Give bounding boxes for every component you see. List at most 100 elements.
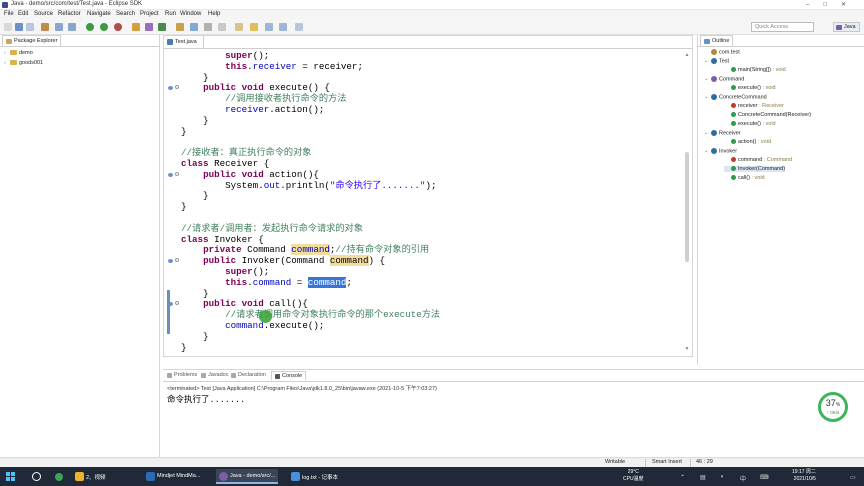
fold-toggle-icon[interactable]: [175, 171, 179, 176]
volume-icon[interactable]: ◖: [720, 474, 724, 480]
code-line[interactable]: }: [181, 201, 187, 212]
code-line[interactable]: public void call(){: [181, 298, 308, 309]
code-line[interactable]: }: [181, 115, 209, 126]
editor-scrollbar[interactable]: ▲ ▼: [684, 52, 690, 352]
save-all-icon[interactable]: [26, 23, 34, 31]
debug-icon[interactable]: [86, 23, 94, 31]
next-annotation-icon[interactable]: [250, 23, 258, 31]
outline-item[interactable]: execute() : void: [724, 85, 776, 91]
task-mindjet[interactable]: Mindjet MindMa...: [143, 469, 203, 484]
code-line[interactable]: //请求者调用命令对象执行命令的那个execute方法: [181, 309, 440, 320]
outline-item[interactable]: ⌄ Test: [704, 58, 729, 64]
code-line[interactable]: //请求者/调用者：发起执行命令请求的对象: [181, 223, 363, 234]
pin-editor-icon[interactable]: [295, 23, 303, 31]
task-video-folder[interactable]: 2、视频: [72, 469, 109, 484]
back-icon[interactable]: [265, 23, 273, 31]
outline-tab[interactable]: Outline: [700, 35, 734, 46]
code-line[interactable]: public Invoker(Command command) {: [181, 255, 385, 267]
tab-console[interactable]: Console: [271, 371, 307, 380]
external-tools-icon[interactable]: [114, 23, 122, 31]
close-button[interactable]: ✕: [841, 2, 860, 8]
code-line[interactable]: this.command = command;: [181, 276, 352, 288]
expand-arrow-icon[interactable]: ⌄: [704, 94, 711, 100]
code-line[interactable]: //接收者：真正执行命令的对象: [181, 147, 311, 158]
menu-project[interactable]: Project: [140, 11, 159, 17]
code-line[interactable]: //调用接收者执行命令的方法: [181, 93, 346, 104]
package-explorer-tab[interactable]: Package Explorer: [2, 35, 62, 46]
override-marker-icon[interactable]: [168, 172, 173, 177]
scroll-down-icon[interactable]: ▼: [684, 346, 690, 352]
menu-edit[interactable]: Edit: [18, 11, 28, 17]
new-class-icon[interactable]: [158, 23, 166, 31]
fold-toggle-icon[interactable]: [175, 85, 179, 90]
outline-item[interactable]: execute() : void: [724, 121, 776, 127]
code-line[interactable]: public void execute() {: [181, 82, 330, 93]
tab-javadoc[interactable]: Javadoc: [201, 372, 229, 378]
code-line[interactable]: class Receiver {: [181, 158, 269, 169]
start-button[interactable]: [6, 472, 15, 481]
fold-toggle-icon[interactable]: [175, 258, 179, 263]
outline-item[interactable]: action() : void: [724, 139, 771, 145]
outline-item[interactable]: ConcreteCommand(Receiver): [724, 112, 811, 118]
outline-item[interactable]: main(String[]) : void: [724, 67, 786, 73]
expand-arrow-icon[interactable]: ⌄: [704, 76, 711, 82]
outline-item[interactable]: com.test: [704, 49, 740, 55]
code-line[interactable]: }: [181, 331, 209, 342]
code-line[interactable]: }: [181, 342, 187, 353]
outline-item[interactable]: Invoker(Command): [724, 166, 786, 172]
minimize-button[interactable]: –: [806, 2, 823, 8]
code-area[interactable]: super(); this.receiver = receiver; } pub…: [164, 49, 682, 356]
code-line[interactable]: }: [181, 190, 209, 201]
task-eclipse[interactable]: Java - demo/src/...: [216, 469, 279, 484]
code-line[interactable]: System.out.println("命令执行了.......");: [181, 180, 436, 191]
menu-run[interactable]: Run: [165, 11, 176, 17]
notification-icon[interactable]: ▭: [850, 474, 856, 481]
code-line[interactable]: }: [181, 126, 187, 137]
tray-chevron-icon[interactable]: ⌃: [680, 474, 685, 481]
open-type-icon[interactable]: [176, 23, 184, 31]
maximize-button[interactable]: □: [823, 2, 841, 8]
outline-item[interactable]: receiver : Receiver: [724, 103, 784, 109]
network-icon[interactable]: ▤: [700, 474, 706, 481]
window-controls[interactable]: –□✕: [806, 1, 860, 8]
tree-item-demo[interactable]: › demo: [4, 50, 33, 56]
menu-window[interactable]: Window: [180, 11, 201, 17]
system-monitor-widget[interactable]: 37% ↑ 0K/s: [818, 392, 848, 422]
build-icon[interactable]: [41, 23, 49, 31]
outline-item[interactable]: ⌄ Receiver: [704, 130, 741, 136]
save-icon[interactable]: [15, 23, 23, 31]
code-line[interactable]: this.receiver = receiver;: [181, 61, 363, 72]
input-method-icon[interactable]: 中: [740, 474, 746, 483]
tools-icon[interactable]: [68, 23, 76, 31]
outline-item[interactable]: ⌄ Invoker: [704, 148, 737, 154]
scrollbar-thumb[interactable]: [685, 152, 689, 262]
override-marker-icon[interactable]: [168, 259, 173, 264]
java-perspective-button[interactable]: Java: [833, 22, 860, 32]
menu-navigate[interactable]: Navigate: [87, 11, 111, 17]
menu-file[interactable]: File: [4, 11, 14, 17]
outline-item[interactable]: call() : void: [724, 175, 765, 181]
tree-item-goods001[interactable]: › goods001: [4, 60, 43, 66]
code-line[interactable]: public void action(){: [181, 169, 319, 180]
quick-access-input[interactable]: Quick Access: [751, 22, 814, 32]
tab-declaration[interactable]: Declaration: [231, 372, 266, 378]
new-icon[interactable]: [4, 23, 12, 31]
tab-problems[interactable]: Problems: [167, 372, 197, 378]
override-marker-icon[interactable]: [168, 86, 173, 91]
new-package-icon[interactable]: [145, 23, 153, 31]
annotation-icon[interactable]: [235, 23, 243, 31]
debug-config-icon[interactable]: [55, 23, 63, 31]
code-line[interactable]: receiver.action();: [181, 104, 324, 115]
code-line[interactable]: class Invoker {: [181, 234, 264, 245]
code-line[interactable]: super();: [181, 266, 269, 277]
new-java-project-icon[interactable]: [132, 23, 140, 31]
menu-refactor[interactable]: Refactor: [58, 11, 81, 17]
run-icon[interactable]: [100, 23, 108, 31]
code-line[interactable]: }: [181, 72, 209, 83]
wechat-icon[interactable]: [55, 473, 63, 481]
code-line[interactable]: private Command command;//持有命令对象的引用: [181, 244, 429, 256]
menu-search[interactable]: Search: [116, 11, 135, 17]
keyboard-icon[interactable]: ⌨: [760, 474, 769, 481]
taskbar-clock[interactable]: 19:17 周二 2021/10/5: [792, 469, 816, 483]
expand-arrow-icon[interactable]: ⌄: [704, 148, 711, 154]
